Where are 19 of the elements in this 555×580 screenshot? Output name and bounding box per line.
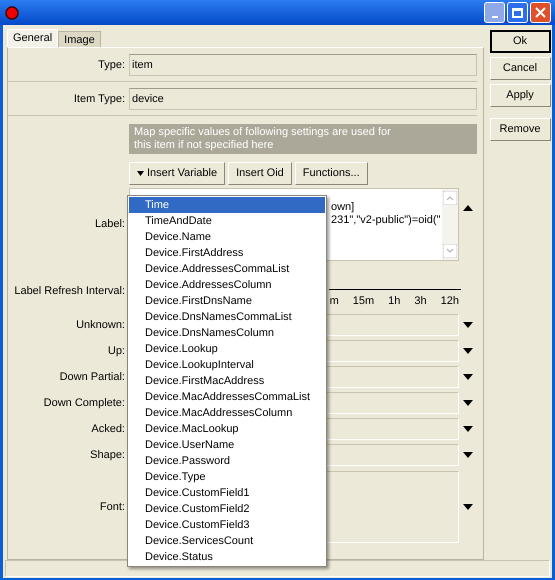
field-label: Label Refresh Interval: <box>14 284 125 297</box>
field-label: Down Complete: <box>44 396 125 409</box>
info-note: Map specific values of following settings are used for this item if not specified here <box>129 124 477 154</box>
field-label: Label: <box>95 218 125 230</box>
tick-label: 1h <box>388 294 400 309</box>
label-text-line: 231","v2-public")=oid(" <box>331 214 440 226</box>
field-label: Item Type: <box>74 92 125 105</box>
label-text-line: own] <box>331 201 354 213</box>
field-label: Unknown: <box>76 318 125 331</box>
field-label: Acked: <box>91 422 125 435</box>
field-label: Up: <box>108 344 125 357</box>
field-label: Shape: <box>90 448 125 461</box>
field-label: Type: <box>98 58 125 71</box>
field-label: Down Partial: <box>60 370 125 383</box>
tick-label: 3h <box>414 294 427 309</box>
field-label: Font: <box>100 500 125 513</box>
tick-label: m <box>330 294 339 309</box>
tick-label: 12h <box>440 294 459 309</box>
tick-label: 15m <box>352 294 374 309</box>
